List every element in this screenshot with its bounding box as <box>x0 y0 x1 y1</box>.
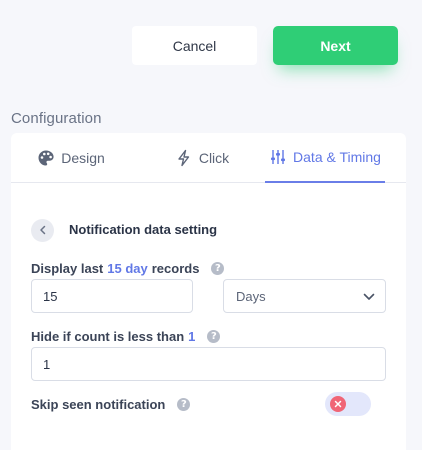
help-icon[interactable]: ? <box>177 398 191 411</box>
close-icon <box>334 395 342 413</box>
tab-data-timing-label: Data & Timing <box>293 149 381 165</box>
skip-seen-toggle[interactable] <box>325 392 371 416</box>
sliders-icon <box>269 148 287 166</box>
help-icon[interactable]: ? <box>211 262 225 275</box>
tab-data-timing[interactable]: Data & Timing <box>265 133 385 183</box>
display-last-label: Display last 15 day records ? <box>31 261 225 276</box>
tab-click-label: Click <box>198 149 230 166</box>
panel-title: Notification data setting <box>69 222 218 237</box>
skip-seen-label: Skip seen notification ? <box>31 397 191 412</box>
chevron-left-icon <box>38 222 48 240</box>
display-unit-value: Days <box>236 288 266 304</box>
skip-seen-text: Skip seen notification <box>31 397 166 412</box>
next-button[interactable]: Next <box>273 26 398 65</box>
display-last-prefix: Display last <box>31 261 104 276</box>
lightning-icon <box>175 149 193 167</box>
display-unit-select[interactable]: Days <box>223 279 386 313</box>
display-last-days-input[interactable] <box>31 279 193 313</box>
help-icon[interactable]: ? <box>207 330 221 343</box>
cancel-button[interactable]: Cancel <box>132 26 257 65</box>
tab-bar: Design Click Data & Timing <box>11 133 406 183</box>
display-last-highlight: 15 day <box>107 261 148 276</box>
hide-count-label: Hide if count is less than 1 ? <box>31 329 221 344</box>
tab-design-label: Design <box>61 149 105 166</box>
back-button[interactable] <box>31 219 54 242</box>
chevron-down-icon <box>363 289 375 304</box>
palette-icon <box>37 149 55 167</box>
section-title: Configuration <box>11 110 102 127</box>
tab-design[interactable]: Design <box>11 133 131 182</box>
configuration-card: Design Click Data & Timing Notification … <box>11 133 406 450</box>
toggle-knob <box>330 396 346 412</box>
display-last-suffix: records <box>151 261 200 276</box>
tab-click[interactable]: Click <box>147 133 257 182</box>
hide-count-highlight: 1 <box>188 329 196 344</box>
hide-count-input[interactable] <box>31 347 386 381</box>
hide-count-prefix: Hide if count is less than <box>31 329 185 344</box>
